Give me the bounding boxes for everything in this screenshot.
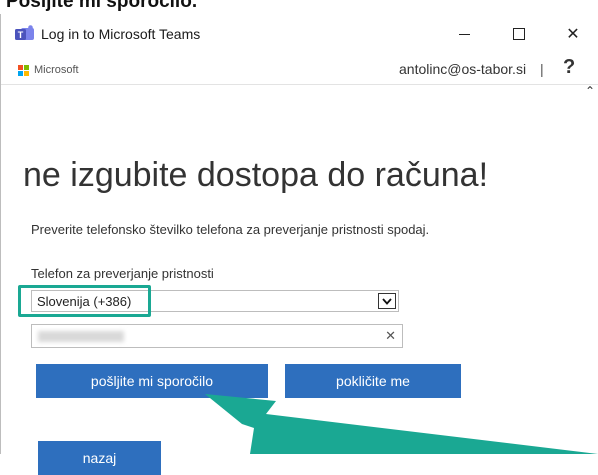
clear-icon[interactable]: ✕ bbox=[385, 328, 396, 344]
window-title: Log in to Microsoft Teams bbox=[41, 26, 201, 42]
country-highlight-annotation bbox=[18, 285, 151, 317]
microsoft-logo-icon bbox=[18, 65, 30, 77]
svg-text:T: T bbox=[18, 30, 24, 40]
document-heading: Pošljite mi sporočilo. bbox=[6, 0, 198, 12]
account-email: antolinc@os-tabor.si bbox=[399, 61, 527, 77]
close-button[interactable]: ✕ bbox=[550, 14, 596, 54]
instruction-text: Preverite telefonsko številko telefona z… bbox=[31, 222, 430, 237]
account-header: Microsoft antolinc@os-tabor.si | ? bbox=[1, 54, 598, 85]
phone-number-input[interactable]: ✕ bbox=[31, 324, 403, 348]
scroll-up-arrow-icon[interactable]: ⌃ bbox=[581, 84, 598, 104]
maximize-button[interactable] bbox=[496, 14, 542, 54]
redacted-phone-number bbox=[38, 331, 124, 342]
header-separator: | bbox=[540, 61, 544, 77]
maximize-icon bbox=[513, 28, 525, 40]
page-title: ne izgubite dostopa do računa! bbox=[23, 156, 489, 194]
login-window: T Log in to Microsoft Teams ✕ Microsoft … bbox=[0, 14, 598, 475]
back-button[interactable]: nazaj bbox=[38, 441, 161, 475]
phone-field-label: Telefon za preverjanje pristnosti bbox=[31, 266, 214, 281]
verification-form: ne izgubite dostopa do računa! Preverite… bbox=[1, 84, 581, 475]
send-text-button[interactable]: pošljite mi sporočilo bbox=[36, 364, 268, 398]
chevron-down-icon[interactable] bbox=[378, 293, 396, 309]
title-bar: T Log in to Microsoft Teams ✕ bbox=[1, 14, 598, 54]
help-button[interactable]: ? bbox=[563, 56, 575, 79]
close-icon: ✕ bbox=[566, 26, 580, 43]
call-me-button[interactable]: pokličite me bbox=[285, 364, 461, 398]
minimize-icon bbox=[458, 33, 470, 35]
minimize-button[interactable] bbox=[441, 14, 487, 54]
teams-icon: T bbox=[15, 25, 34, 40]
brand-label: Microsoft bbox=[34, 64, 79, 76]
